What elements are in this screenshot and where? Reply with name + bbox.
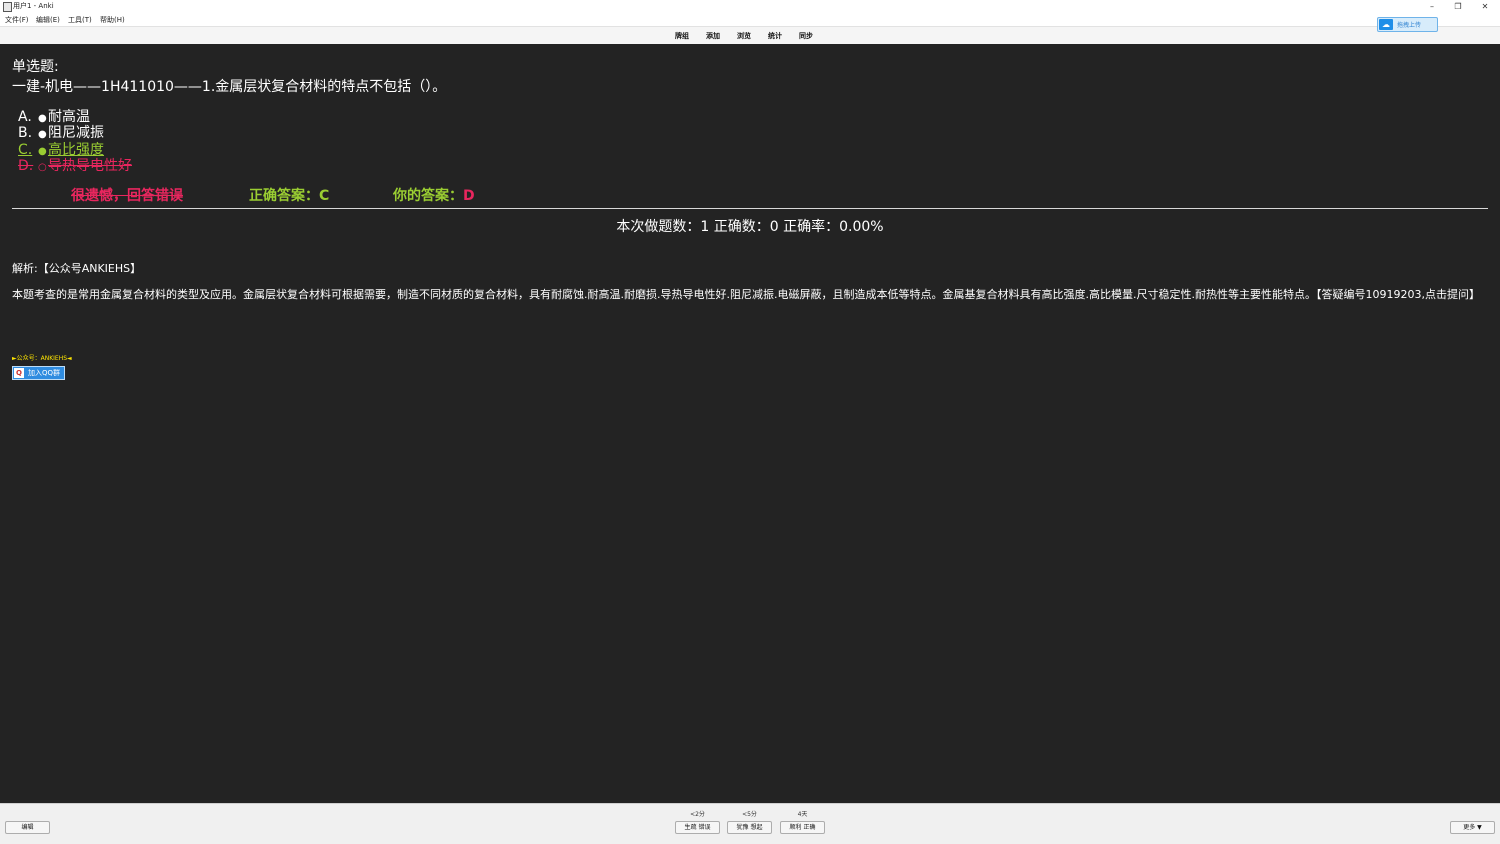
correct-answer: 正确答案：C [249,188,330,204]
cloud-icon: ☁ [1379,19,1393,30]
divider [12,208,1488,209]
anki-app-icon [3,2,12,12]
promo-text: ►公众号：ANKIEHS◄ [12,355,72,362]
question-type: 单选题: [12,59,59,75]
question-text: 一建-机电——1H411010——1.金属层状复合材料的特点不包括（）。 [12,79,447,95]
card-content: 单选题: 一建-机电——1H411010——1.金属层状复合材料的特点不包括（）… [0,44,1500,803]
option-d-wrong: D. ○导热导电性好 [18,158,132,174]
upload-label: 拖拽上传 [1397,22,1422,29]
menu-tools[interactable]: 工具(T) [68,15,92,25]
drag-upload-badge[interactable]: ☁ 拖拽上传 [1377,17,1438,32]
answer-bar: 编辑 <2分 <5分 4天 生疏 错误 犹豫 想起 顺利 正确 更多 ▼ [0,803,1500,844]
join-qq-group-button[interactable]: Q 加入QQ群 [12,366,65,380]
window-title: 用户1 - Anki [13,2,54,10]
verdict-text: 很遗憾，回答错误 [71,188,183,204]
session-stats: 本次做题数：1 正确数：0 正确率：0.00% [616,219,884,235]
good-button[interactable]: 顺利 正确 [780,821,825,834]
close-icon[interactable]: ✕ [1472,0,1498,13]
toolbar-add[interactable]: 添加 [706,31,720,41]
restore-icon[interactable]: ❐ [1445,0,1471,13]
qq-button-label: 加入QQ群 [28,369,61,377]
qq-icon: Q [14,368,24,378]
interval-again: <2分 [690,811,705,818]
menu-edit[interactable]: 编辑(E) [36,15,60,25]
toolbar-decks[interactable]: 牌组 [675,31,689,41]
analysis-heading: 解析:【公众号ANKIEHS】 [12,262,142,275]
hard-button[interactable]: 犹豫 想起 [727,821,772,834]
minimize-icon[interactable]: – [1419,0,1445,13]
toolbar-browse[interactable]: 浏览 [737,31,751,41]
menu-file[interactable]: 文件(F) [5,15,29,25]
toolbar-sync[interactable]: 同步 [799,31,813,41]
interval-good: 4天 [797,811,808,818]
more-button[interactable]: 更多 ▼ [1450,821,1495,834]
analysis-body: 本题考查的是常用金属复合材料的类型及应用。金属层状复合材料可根据需要，制造不同材… [12,288,1480,301]
menu-bar: 文件(F) 编辑(E) 工具(T) 帮助(H) [0,13,1500,26]
main-toolbar: 牌组 添加 浏览 统计 同步 [0,26,1500,45]
again-button[interactable]: 生疏 错误 [675,821,720,834]
menu-help[interactable]: 帮助(H) [100,15,125,25]
interval-hard: <5分 [742,811,757,818]
toolbar-stats[interactable]: 统计 [768,31,782,41]
your-answer-label: 你的答案：D [393,188,475,204]
title-bar: 用户1 - Anki – ❐ ✕ [0,0,1500,13]
edit-button[interactable]: 编辑 [5,821,50,834]
